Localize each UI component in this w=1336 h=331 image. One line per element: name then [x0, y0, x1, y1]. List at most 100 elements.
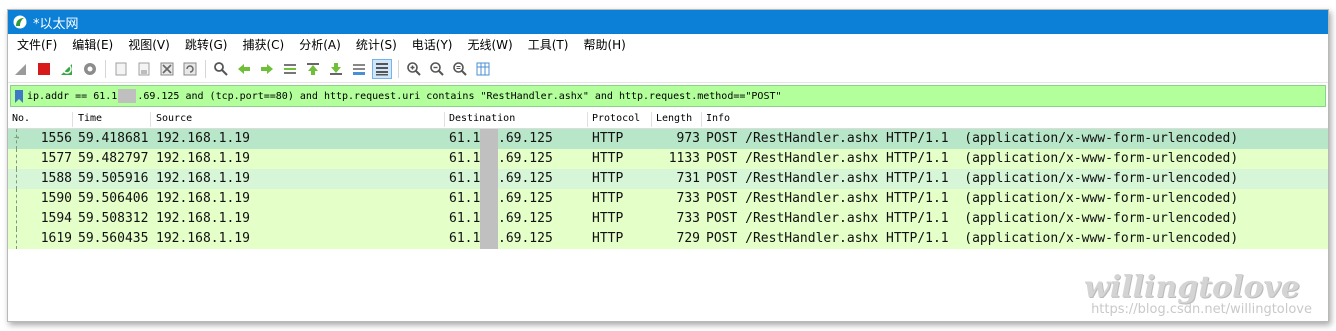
- cell-no: 1556: [40, 131, 72, 146]
- cell-info: POST /RestHandler.ashx HTTP/1.1 (applica…: [706, 211, 1239, 226]
- tree-line: [16, 189, 18, 209]
- go-first-icon[interactable]: [303, 59, 322, 79]
- column-header-info[interactable]: Info: [706, 113, 730, 129]
- cell-no: 1619: [40, 231, 72, 246]
- cell-destination-suffix: .69.125: [498, 171, 553, 186]
- cell-length: 733: [676, 191, 700, 206]
- cell-destination-prefix: 61.1: [449, 191, 481, 206]
- column-header-source[interactable]: Source: [156, 113, 192, 129]
- cell-source: 192.168.1.19: [156, 171, 250, 186]
- toolbar-separator: [205, 60, 206, 78]
- cell-protocol: HTTP: [592, 191, 624, 206]
- title-bar: *以太网: [8, 10, 1328, 34]
- window-title: *以太网: [33, 16, 79, 32]
- go-back-icon[interactable]: [234, 59, 253, 79]
- menu-file[interactable]: 文件(F): [10, 34, 65, 56]
- cell-source: 192.168.1.19: [156, 191, 250, 206]
- menu-go[interactable]: 跳转(G): [178, 34, 236, 56]
- table-row[interactable]: 1594 59.508312 192.168.1.19 61.1 .69.125…: [8, 209, 1328, 229]
- cell-source: 192.168.1.19: [156, 211, 250, 226]
- cell-time: 59.560435: [78, 231, 149, 246]
- column-header-no[interactable]: No.: [12, 113, 30, 129]
- cell-source: 192.168.1.19: [156, 131, 250, 146]
- cell-destination-prefix: 61.1: [449, 151, 481, 166]
- cell-destination-prefix: 61.1: [449, 211, 481, 226]
- cell-destination-suffix: .69.125: [498, 191, 553, 206]
- redacted-mask: [118, 89, 137, 103]
- column-header-protocol[interactable]: Protocol: [592, 113, 640, 129]
- find-packet-icon[interactable]: [211, 59, 230, 79]
- cell-destination-suffix: .69.125: [498, 131, 553, 146]
- table-row[interactable]: 1590 59.506406 192.168.1.19 61.1 .69.125…: [8, 189, 1328, 209]
- redacted-mask: [480, 169, 498, 189]
- go-last-icon[interactable]: [326, 59, 345, 79]
- wireshark-window: *以太网 文件(F) 编辑(E) 视图(V) 跳转(G) 捕获(C) 分析(A)…: [7, 9, 1329, 322]
- zoom-in-icon[interactable]: [404, 59, 423, 79]
- menu-tools[interactable]: 工具(T): [521, 34, 577, 56]
- bookmark-icon[interactable]: [15, 89, 23, 103]
- cell-length: 731: [676, 171, 700, 186]
- column-header-time[interactable]: Time: [78, 113, 102, 129]
- shark-fin-start-icon[interactable]: [11, 59, 30, 79]
- tree-line: [16, 149, 18, 169]
- column-header-destination[interactable]: Destination: [449, 113, 515, 129]
- close-file-icon[interactable]: [157, 59, 176, 79]
- cell-time: 59.418681: [78, 131, 149, 146]
- table-row[interactable]: 1619 59.560435 192.168.1.19 61.1 .69.125…: [8, 229, 1328, 249]
- table-row[interactable]: → 1556 59.418681 192.168.1.19 61.1 .69.1…: [8, 129, 1328, 149]
- restart-capture-icon[interactable]: [57, 59, 76, 79]
- menu-help[interactable]: 帮助(H): [576, 34, 633, 56]
- save-file-icon[interactable]: [134, 59, 153, 79]
- redacted-mask: [480, 209, 498, 229]
- main-toolbar: [8, 56, 1328, 83]
- menu-capture[interactable]: 捕获(C): [235, 34, 292, 56]
- capture-options-icon[interactable]: [80, 59, 99, 79]
- cell-length: 729: [676, 231, 700, 246]
- menu-telephony[interactable]: 电话(Y): [405, 34, 461, 56]
- cell-destination-suffix: .69.125: [498, 231, 553, 246]
- redacted-mask: [480, 189, 498, 209]
- cell-protocol: HTTP: [592, 231, 624, 246]
- column-divider: [701, 112, 702, 127]
- column-header-length[interactable]: Length: [656, 113, 692, 129]
- menu-edit[interactable]: 编辑(E): [65, 34, 121, 56]
- cell-info: POST /RestHandler.ashx HTTP/1.1 (applica…: [706, 231, 1239, 246]
- table-row[interactable]: 1588 59.505916 192.168.1.19 61.1 .69.125…: [8, 169, 1328, 189]
- cell-no: 1590: [40, 191, 72, 206]
- display-filter-bar[interactable]: ip.addr == 61.1 .69.125 and (tcp.port==80…: [10, 85, 1326, 107]
- zoom-out-icon[interactable]: [427, 59, 446, 79]
- cell-source: 192.168.1.19: [156, 231, 250, 246]
- menu-wireless[interactable]: 无线(W): [461, 34, 521, 56]
- go-to-packet-icon[interactable]: [280, 59, 299, 79]
- menu-statistics[interactable]: 统计(S): [349, 34, 405, 56]
- toolbar-separator: [398, 60, 399, 78]
- packet-list: → 1556 59.418681 192.168.1.19 61.1 .69.1…: [8, 129, 1328, 249]
- cell-time: 59.482797: [78, 151, 149, 166]
- reload-file-icon[interactable]: [180, 59, 199, 79]
- cell-destination-suffix: .69.125: [498, 151, 553, 166]
- redacted-mask: [480, 229, 498, 249]
- table-row[interactable]: 1577 59.482797 192.168.1.19 61.1 .69.125…: [8, 149, 1328, 169]
- cell-info: POST /RestHandler.ashx HTTP/1.1 (applica…: [706, 151, 1239, 166]
- cell-length: 973: [676, 131, 700, 146]
- cell-no: 1577: [40, 151, 72, 166]
- stop-capture-icon[interactable]: [34, 59, 53, 79]
- zoom-normal-icon[interactable]: [450, 59, 469, 79]
- cell-length: 733: [676, 211, 700, 226]
- colorize-icon[interactable]: [372, 59, 392, 79]
- menu-analyze[interactable]: 分析(A): [292, 34, 349, 56]
- cell-protocol: HTTP: [592, 211, 624, 226]
- cell-destination-prefix: 61.1: [449, 131, 481, 146]
- autoscroll-icon[interactable]: [349, 59, 368, 79]
- cell-protocol: HTTP: [592, 171, 624, 186]
- menu-view[interactable]: 视图(V): [121, 34, 178, 56]
- resize-columns-icon[interactable]: [473, 59, 492, 79]
- column-divider: [651, 112, 652, 127]
- cell-length: 1133: [668, 151, 700, 166]
- cell-destination-prefix: 61.1: [449, 231, 481, 246]
- cell-info: POST /RestHandler.ashx HTTP/1.1 (applica…: [706, 191, 1239, 206]
- redacted-mask: [480, 149, 498, 169]
- go-forward-icon[interactable]: [257, 59, 276, 79]
- open-file-icon[interactable]: [111, 59, 130, 79]
- packet-list-header: No. Time Source Destination Protocol Len…: [8, 110, 1328, 129]
